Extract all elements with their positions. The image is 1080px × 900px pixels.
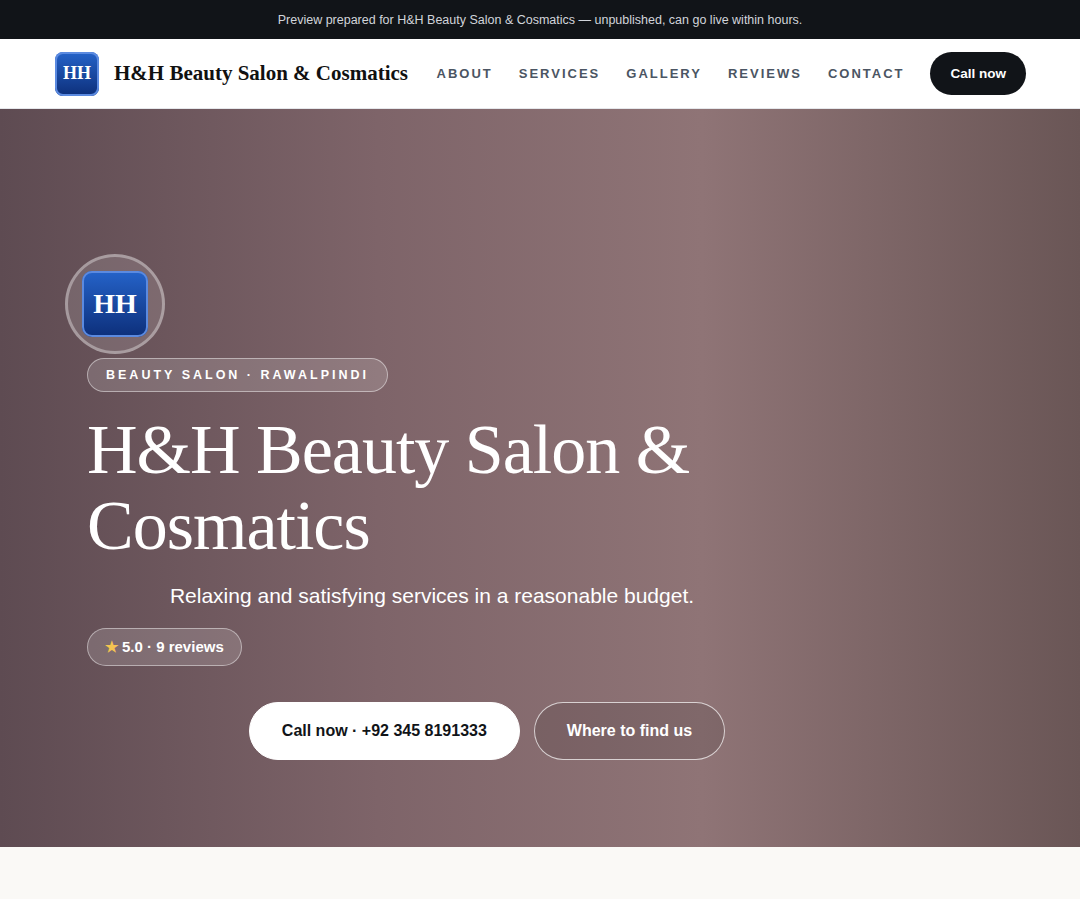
preview-banner: Preview prepared for H&H Beauty Salon & …: [0, 0, 1080, 39]
brand[interactable]: HH H&H Beauty Salon & Cosmatics: [55, 52, 408, 96]
banner-text: Preview prepared for H&H Beauty Salon & …: [278, 13, 803, 27]
eyebrow-pill: BEAUTY SALON · RAWALPINDI: [87, 358, 388, 392]
next-section: [0, 847, 1080, 899]
hero-title: H&H Beauty Salon & Cosmatics: [87, 412, 747, 564]
nav-link[interactable]: ABOUT: [437, 66, 493, 81]
navbar: HH H&H Beauty Salon & Cosmatics ABOUT SERVI…: [0, 39, 1080, 109]
page: Preview prepared for H&H Beauty Salon & …: [0, 0, 1080, 899]
hero-logo: HH: [65, 254, 165, 354]
call-now-button[interactable]: Call now: [930, 52, 1026, 95]
rating-pill: ★5.0 · 9 reviews: [87, 628, 242, 666]
brand-name: H&H Beauty Salon & Cosmatics: [114, 61, 408, 86]
logo-icon: HH: [82, 271, 148, 337]
nav-links: ABOUT SERVICES GALLERY REVIEWS CONTACT: [437, 66, 905, 81]
hero-button[interactable]: Where to find us: [534, 702, 725, 760]
nav-link[interactable]: GALLERY: [626, 66, 702, 81]
star-icon: ★: [105, 638, 118, 656]
nav-link[interactable]: CONTACT: [828, 66, 905, 81]
nav-link[interactable]: SERVICES: [519, 66, 601, 81]
hero-content: HHBEAUTY SALON · RAWALPINDIH&H Beauty Sa…: [87, 254, 847, 760]
rating-text: 5.0 · 9 reviews: [122, 638, 224, 656]
hero-button[interactable]: Call now · +92 345 8191333: [249, 702, 520, 760]
logo-icon: HH: [55, 52, 99, 96]
nav-link[interactable]: REVIEWS: [728, 66, 802, 81]
hero: HH BEAUTY SALON · RAWALPINDI H&H Beauty Sa…: [0, 109, 1080, 847]
hero-buttons: Call now · +92 345 8191333Where to find …: [87, 702, 847, 760]
hero-tagline: Relaxing and satisfying services in a re…: [87, 584, 847, 608]
